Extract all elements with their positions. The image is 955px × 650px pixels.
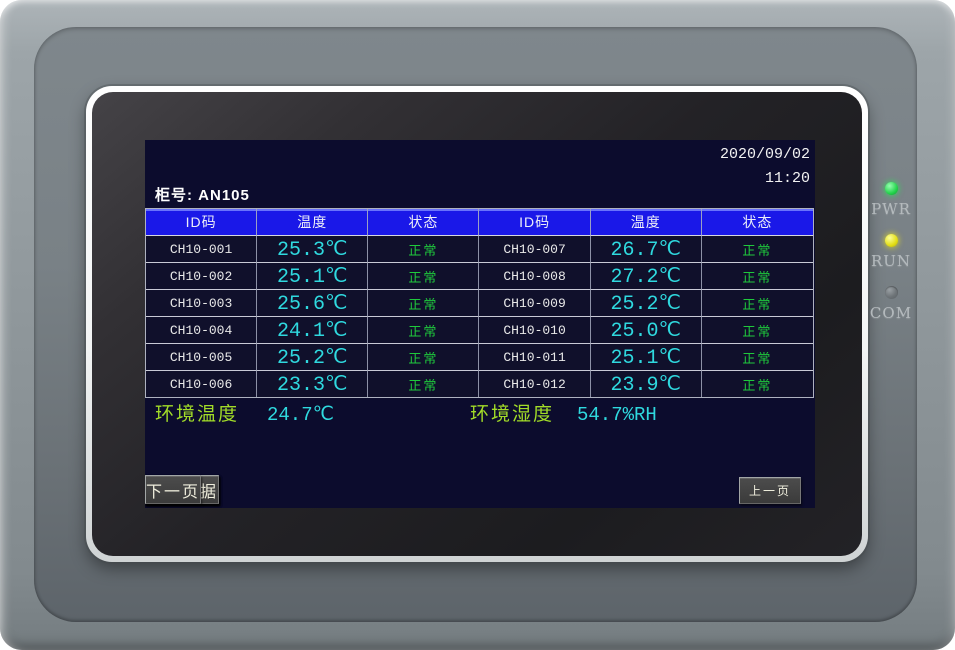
channel-status: 正常 — [702, 290, 813, 317]
time-display: 11:20 — [765, 170, 810, 187]
screen-glass: 2020/09/02 11:20 柜号: AN105 ID码 温度 状态 ID码… — [92, 92, 862, 556]
channel-status: 正常 — [368, 317, 479, 344]
channel-temperature: 25.0℃ — [591, 317, 702, 344]
table-header-id: ID码 — [146, 209, 257, 236]
channel-temperature: 23.9℃ — [591, 371, 702, 397]
front-panel: 2020/09/02 11:20 柜号: AN105 ID码 温度 状态 ID码… — [34, 27, 917, 622]
lcd-screen: 2020/09/02 11:20 柜号: AN105 ID码 温度 状态 ID码… — [145, 140, 815, 508]
channel-temperature: 25.1℃ — [257, 263, 368, 290]
channel-status: 正常 — [368, 290, 479, 317]
channel-id: CH10-012 — [479, 371, 590, 397]
channel-temperature: 26.7℃ — [591, 236, 702, 263]
led-run-group: RUN — [868, 234, 914, 269]
table-header-temp: 温度 — [257, 209, 368, 236]
com-led-label: COM — [868, 305, 914, 321]
screen-bezel: 2020/09/02 11:20 柜号: AN105 ID码 温度 状态 ID码… — [86, 86, 868, 562]
channel-id: CH10-011 — [479, 344, 590, 371]
led-com-group: COM — [868, 286, 914, 321]
channel-temperature: 27.2℃ — [591, 263, 702, 290]
ambient-humidity-value: 54.7%RH — [577, 402, 657, 428]
led-indicator-strip: PWR RUN COM — [868, 182, 914, 338]
channel-temperature: 25.1℃ — [591, 344, 702, 371]
channel-status: 正常 — [702, 263, 813, 290]
run-led-label: RUN — [868, 253, 914, 269]
channel-status: 正常 — [368, 236, 479, 263]
led-pwr-group: PWR — [868, 182, 914, 217]
channel-id: CH10-006 — [146, 371, 257, 397]
channel-status: 正常 — [702, 236, 813, 263]
com-led-icon — [885, 286, 898, 299]
channel-id: CH10-009 — [479, 290, 590, 317]
table-header-status: 状态 — [368, 209, 479, 236]
hmi-device: 2020/09/02 11:20 柜号: AN105 ID码 温度 状态 ID码… — [0, 0, 955, 650]
channel-id: CH10-004 — [146, 317, 257, 344]
channel-status: 正常 — [702, 317, 813, 344]
channel-id: CH10-001 — [146, 236, 257, 263]
prev-page-button[interactable]: 上一页 — [739, 477, 801, 504]
channel-temperature: 25.3℃ — [257, 236, 368, 263]
table-header-id: ID码 — [479, 209, 590, 236]
channel-status: 正常 — [702, 344, 813, 371]
channel-temperature: 23.3℃ — [257, 371, 368, 397]
channel-id: CH10-005 — [146, 344, 257, 371]
table-header-temp: 温度 — [591, 209, 702, 236]
environment-row: 环境温度 24.7℃ 环境湿度 54.7%RH — [145, 402, 815, 428]
channel-temperature: 25.2℃ — [591, 290, 702, 317]
channel-status: 正常 — [702, 371, 813, 397]
cabinet-id-label: 柜号: AN105 — [155, 184, 250, 205]
channel-id: CH10-007 — [479, 236, 590, 263]
channel-status: 正常 — [368, 344, 479, 371]
channel-id: CH10-008 — [479, 263, 590, 290]
channel-id: CH10-010 — [479, 317, 590, 344]
power-led-icon — [885, 182, 898, 195]
channel-temperature: 25.6℃ — [257, 290, 368, 317]
table-header-status: 状态 — [702, 209, 813, 236]
ambient-temp-value: 24.7℃ — [267, 402, 334, 428]
temperature-table: ID码 温度 状态 ID码 温度 状态 CH10-001 25.3℃ 正常 CH… — [145, 208, 814, 398]
channel-id: CH10-002 — [146, 263, 257, 290]
channel-status: 正常 — [368, 263, 479, 290]
power-led-label: PWR — [868, 201, 914, 217]
channel-status: 正常 — [368, 371, 479, 397]
channel-temperature: 24.1℃ — [257, 317, 368, 344]
channel-id: CH10-003 — [146, 290, 257, 317]
next-page-button[interactable]: 下一页 — [145, 475, 201, 504]
run-led-icon — [885, 234, 898, 247]
channel-temperature: 25.2℃ — [257, 344, 368, 371]
ambient-humidity-label: 环境湿度 — [470, 402, 554, 428]
ambient-temp-label: 环境温度 — [155, 402, 239, 428]
date-display: 2020/09/02 — [720, 146, 810, 163]
